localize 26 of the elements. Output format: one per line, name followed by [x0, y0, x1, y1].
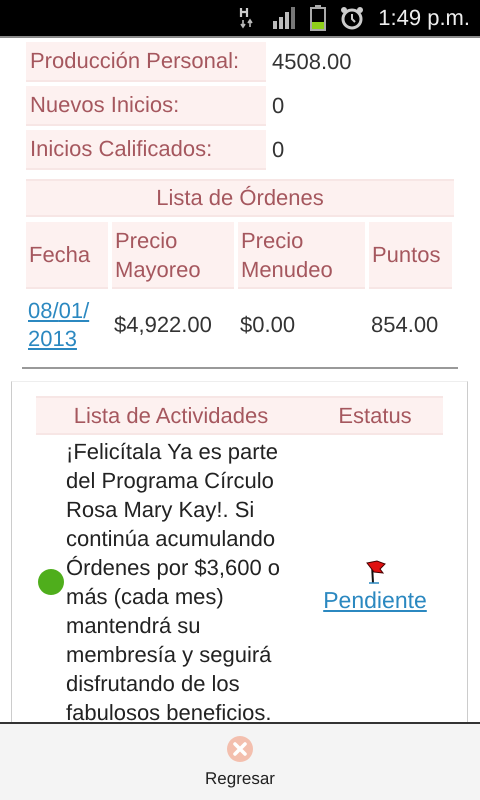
field-value: 4508.00 [272, 49, 352, 75]
field-label: Nuevos Inicios: [26, 86, 266, 126]
date-link[interactable]: 08/01/2013 [28, 296, 100, 352]
battery-icon [310, 5, 326, 31]
back-button[interactable]: Regresar [0, 724, 480, 800]
table-cell: 854.00 [371, 312, 438, 338]
signal-icon [272, 7, 296, 29]
close-icon [226, 735, 254, 763]
status-link[interactable]: Pendiente [323, 586, 427, 614]
field-label: Producción Personal: [26, 42, 266, 82]
table-cell: $4,922.00 [114, 312, 212, 338]
alarm-clock-icon [340, 6, 364, 30]
activity-description: ¡Felicítala Ya es parte del Programa Círculo Rosa Mary Kay!. Si continúa acumulando Órdenes por $3,600 o más (cada mes) mantendrá su membresía y seguirá disfrutando de los fabulosos beneficios. [66, 438, 282, 722]
column-header: Estatus [337, 402, 413, 430]
column-header: Lista de Actividades [72, 402, 270, 430]
clock-time: 1:49 p.m. [378, 5, 470, 31]
table-cell: $0.00 [240, 312, 296, 338]
column-header: Precio Menudeo [238, 222, 365, 289]
column-header: Puntos [369, 222, 452, 289]
field-value: 0 [272, 93, 284, 119]
flag-icon [363, 558, 387, 584]
field-value: 0 [272, 137, 284, 163]
column-header: Fecha [26, 222, 108, 289]
field-label: Inicios Calificados: [26, 130, 266, 170]
column-header: Precio Mayoreo [112, 222, 234, 289]
table-title: Lista de Órdenes [26, 179, 454, 217]
